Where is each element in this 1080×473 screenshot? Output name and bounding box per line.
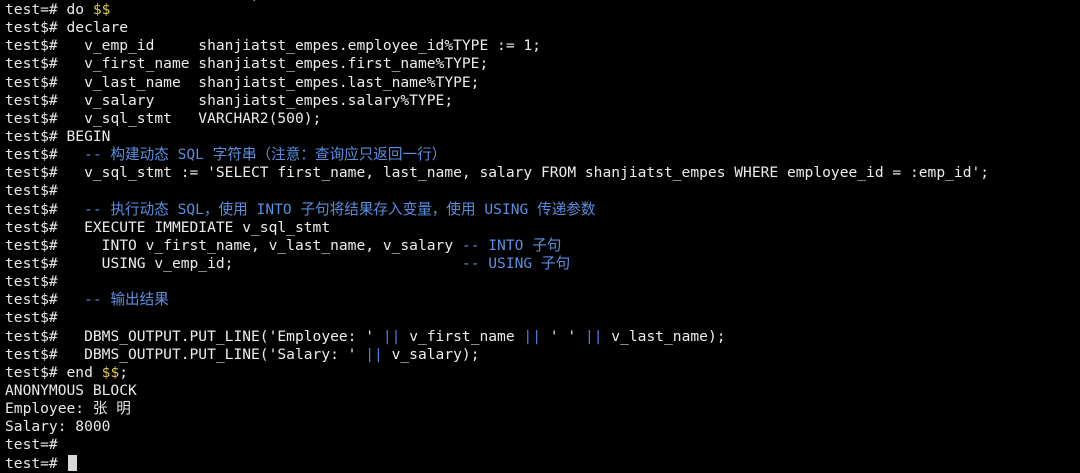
shell-prompt: test$# [5, 236, 67, 254]
sql-comment: -- 执行动态 SQL，使用 INTO 子句将结果存入变量，使用 USING 传… [66, 200, 596, 218]
command-output: Salary: 8000 [5, 418, 111, 436]
shell-prompt: test$# [5, 254, 67, 272]
terminal-line: test=# do $$ [0, 1, 1080, 19]
shell-prompt: test$# [5, 273, 67, 291]
output-line: Salary: 8000 [0, 418, 1080, 436]
code-text: v_sql_stmt := 'SELECT first_name, last_n… [66, 164, 990, 182]
concat-operator: || [382, 327, 401, 345]
code-text: v_salary); [382, 345, 480, 363]
shell-prompt: test$# [5, 146, 67, 164]
code-text: INTO v_first_name, v_last_name, v_salary [66, 236, 462, 254]
shell-prompt: test$# [5, 345, 67, 363]
shell-prompt: test$# [5, 55, 67, 73]
sql-comment: -- INTO 子句 [461, 236, 562, 254]
terminal-line: test$# [0, 309, 1080, 327]
code-text: EXECUTE IMMEDIATE v_sql_stmt [66, 218, 331, 236]
shell-prompt: test$# [5, 200, 67, 218]
terminal-line: test$# [0, 182, 1080, 200]
dollar-quote: $$ [101, 363, 120, 381]
shell-prompt: test$# [5, 73, 67, 91]
command-output: ANONYMOUS BLOCK [5, 381, 137, 399]
concat-operator: || [523, 327, 541, 345]
terminal-line: test$# v_last_name shanjiatst_empes.last… [0, 74, 1080, 92]
dollar-quote: $$ [92, 1, 111, 18]
concat-operator: || [365, 345, 383, 363]
code-text: v_last_name); [602, 327, 726, 345]
shell-prompt: test$# [5, 127, 67, 145]
shell-prompt: test$# [5, 91, 67, 109]
terminal-line: test$# declare [0, 19, 1080, 37]
command-output: Employee: 张 明 [5, 400, 131, 418]
terminal-line: test=# [0, 436, 1080, 454]
terminal-line: test$# DBMS_OUTPUT.PUT_LINE('Salary: ' |… [0, 346, 1080, 364]
terminal-line: test$# v_emp_id shanjiatst_empes.employe… [0, 37, 1080, 55]
terminal-line: test$# -- 构建动态 SQL 字符串（注意：查询应只返回一行） [0, 146, 1080, 164]
code-text: declare [66, 19, 129, 37]
code-text: DBMS_OUTPUT.PUT_LINE('Employee: ' [66, 327, 383, 345]
sql-comment: -- 构建动态 SQL 字符串（注意：查询应只返回一行） [66, 146, 447, 164]
code-text: v_last_name shanjiatst_empes.last_name%T… [66, 73, 480, 91]
shell-prompt: test=# [5, 436, 67, 454]
terminal-line: test$# v_sql_stmt VARCHAR2(500); [0, 110, 1080, 128]
shell-prompt: test$# [5, 109, 67, 127]
shell-prompt: test=# [5, 1, 67, 18]
text-cursor[interactable] [67, 454, 77, 471]
code-text: v_salary shanjiatst_empes.salary%TYPE; [66, 91, 454, 109]
terminal-window[interactable]: ) test=# do $$test$# declaretest$# v_emp… [0, 0, 1080, 473]
code-text: v_first_name shanjiatst_empes.first_name… [66, 55, 489, 73]
terminal-line: test=# [0, 454, 1080, 473]
shell-prompt: test$# [5, 164, 67, 182]
terminal-line: test$# DBMS_OUTPUT.PUT_LINE('Employee: '… [0, 328, 1080, 346]
terminal-line: test$# [0, 273, 1080, 291]
shell-prompt: test$# [5, 309, 67, 327]
code-text: v_emp_id shanjiatst_empes.employee_id%TY… [66, 37, 541, 55]
terminal-line: test$# v_first_name shanjiatst_empes.fir… [0, 55, 1080, 73]
shell-prompt: test$# [5, 19, 67, 37]
sql-comment: -- 输出结果 [66, 291, 169, 309]
code-text: v_sql_stmt VARCHAR2(500); [66, 109, 322, 127]
output-line: Employee: 张 明 [0, 400, 1080, 418]
code-text: do [66, 1, 93, 18]
output-line: ANONYMOUS BLOCK [0, 382, 1080, 400]
shell-prompt: test$# [5, 37, 67, 55]
sql-comment: -- USING 子句 [461, 254, 571, 272]
terminal-line: test$# BEGIN [0, 128, 1080, 146]
code-text: BEGIN [66, 127, 111, 145]
code-text: end [66, 363, 102, 381]
terminal-line: test$# v_sql_stmt := 'SELECT first_name,… [0, 164, 1080, 182]
terminal-line: test$# v_salary shanjiatst_empes.salary%… [0, 92, 1080, 110]
shell-prompt: test$# [5, 363, 67, 381]
code-text: DBMS_OUTPUT.PUT_LINE('Salary: ' [66, 345, 366, 363]
shell-prompt: test$# [5, 327, 67, 345]
terminal-line: test$# USING v_emp_id; -- USING 子句 [0, 255, 1080, 273]
code-text: USING v_emp_id; [66, 254, 462, 272]
terminal-line: test$# EXECUTE IMMEDIATE v_sql_stmt [0, 219, 1080, 237]
code-text: ' ' [541, 327, 585, 345]
terminal-line: test$# INTO v_first_name, v_last_name, v… [0, 237, 1080, 255]
terminal-line: test$# -- 输出结果 [0, 291, 1080, 309]
shell-prompt: test=# [5, 454, 67, 472]
shell-prompt: test$# [5, 182, 67, 200]
concat-operator: || [584, 327, 603, 345]
code-text: v_first_name [400, 327, 524, 345]
terminal-line: test$# -- 执行动态 SQL，使用 INTO 子句将结果存入变量，使用 … [0, 201, 1080, 219]
terminal-output: test=# do $$ test$# declare test$# v_emp_i… [0, 1, 1080, 473]
terminal-line: test$# end $$; [0, 364, 1080, 382]
shell-prompt: test$# [5, 218, 67, 236]
shell-prompt: test$# [5, 291, 67, 309]
code-text: ; [119, 363, 129, 381]
